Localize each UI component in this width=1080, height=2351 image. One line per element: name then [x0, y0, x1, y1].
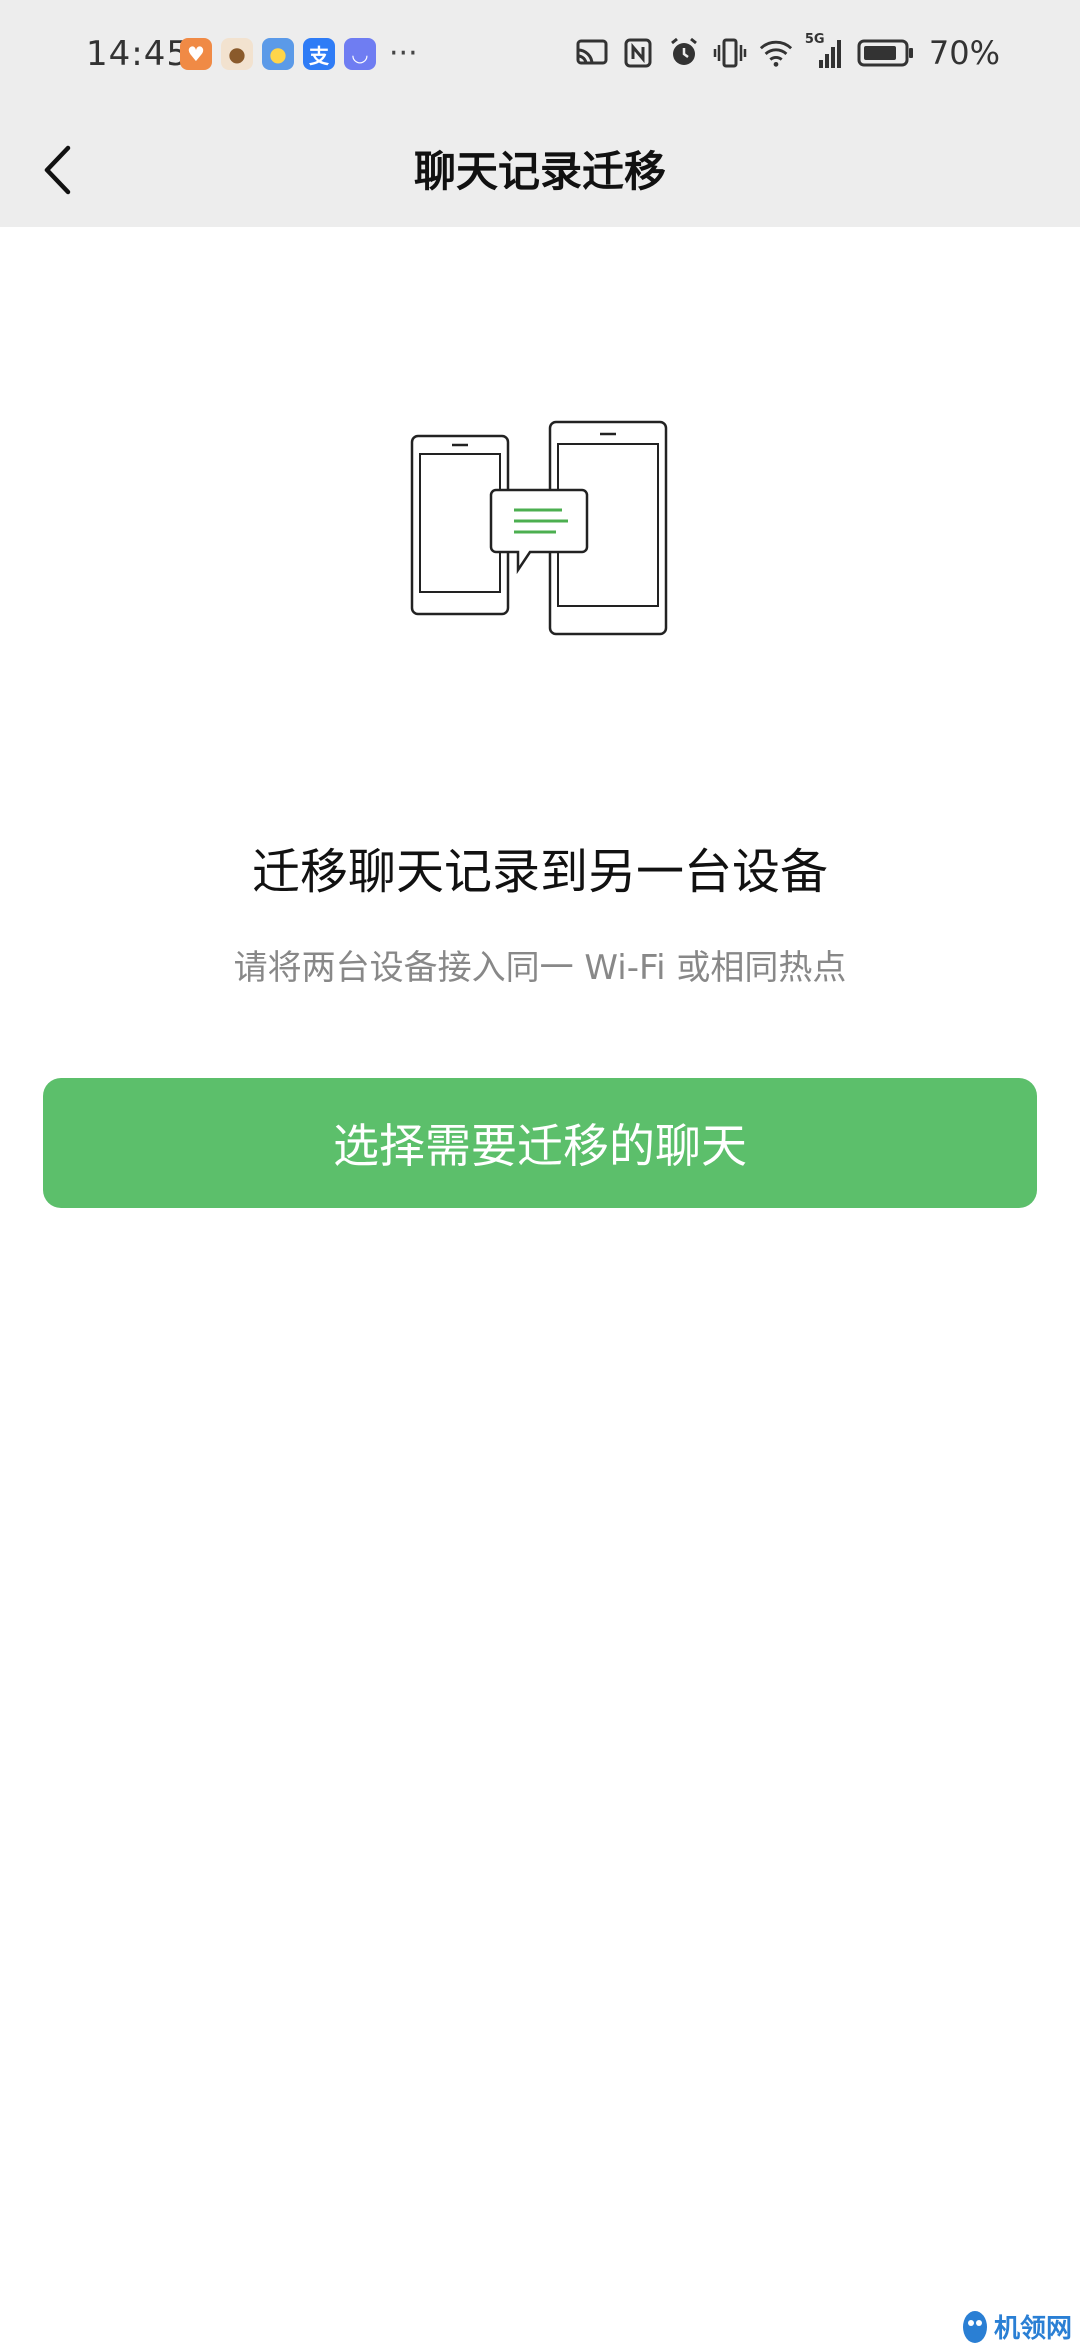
store-app-icon: ◡	[344, 38, 376, 70]
cast-icon	[575, 36, 609, 70]
status-time: 14:45	[86, 34, 189, 74]
more-notifications-icon: ···	[389, 36, 418, 71]
alarm-icon	[667, 36, 701, 70]
notification-app-icons: ♥ ● ● 支 ◡ ···	[180, 38, 418, 70]
select-chats-button[interactable]: 选择需要迁移的聊天	[43, 1078, 1037, 1208]
monkey-app-icon: ●	[221, 38, 253, 70]
page-title: 聊天记录迁移	[413, 147, 666, 196]
cellular-signal-icon: 5G	[805, 32, 845, 70]
navigation-bar: 聊天记录迁移	[0, 112, 1080, 227]
alipay-app-icon: 支	[303, 38, 335, 70]
site-watermark: 机领网	[960, 2308, 1072, 2345]
watermark-logo-icon	[962, 2310, 987, 2343]
battery-percent: 70%	[928, 34, 1000, 72]
system-icons: 5G 70%	[575, 32, 1000, 72]
weather-app-icon: ●	[262, 38, 294, 70]
watermark-text: 机领网	[993, 2314, 1072, 2344]
nfc-icon	[621, 36, 655, 70]
battery-icon	[857, 36, 915, 70]
status-bar: 14:45 ♥ ● ● 支 ◡ ··· 5G 70%	[0, 0, 1080, 112]
wifi-instruction-text: 请将两台设备接入同一 Wi-Fi 或相同热点	[233, 948, 847, 988]
device-transfer-illustration	[400, 410, 680, 650]
migration-heading: 迁移聊天记录到另一台设备	[251, 844, 828, 900]
network-type-label: 5G	[804, 32, 825, 47]
heart-app-icon: ♥	[180, 38, 212, 70]
wifi-icon	[759, 36, 793, 70]
vibrate-icon	[713, 36, 747, 70]
